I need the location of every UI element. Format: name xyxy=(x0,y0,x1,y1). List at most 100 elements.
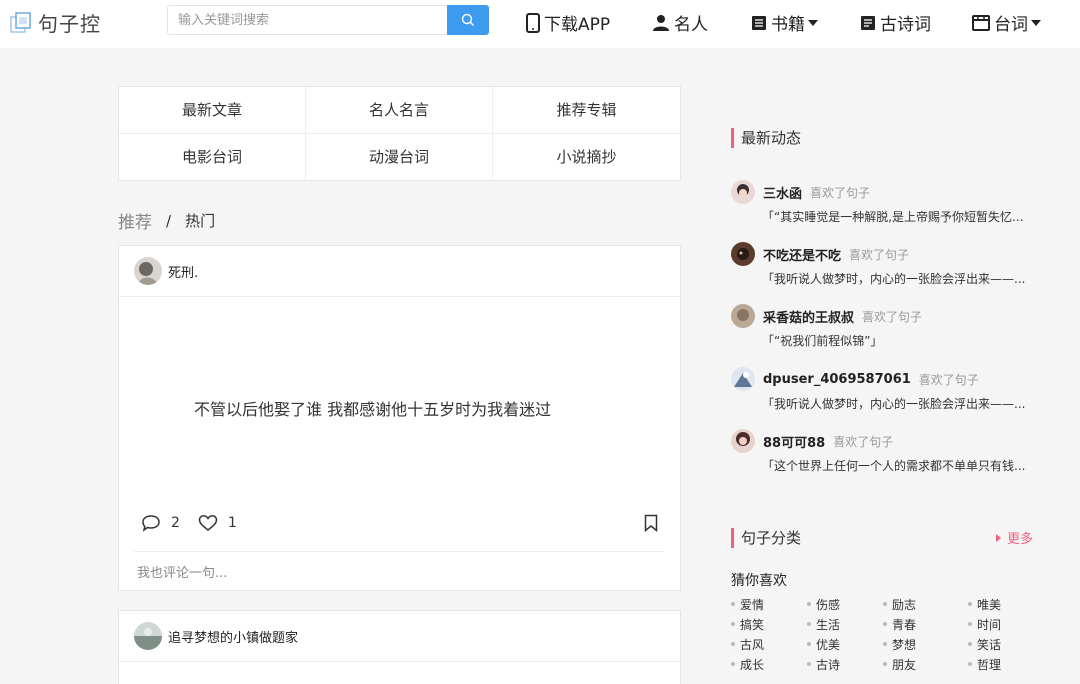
post-text[interactable]: 不管以后他娶了谁 我都感谢他十五岁时为我着迷过 xyxy=(194,396,551,420)
post-card: 追寻梦想的小镇做题家 xyxy=(118,610,681,684)
avatar[interactable] xyxy=(731,367,755,391)
category-tag[interactable]: 青春 xyxy=(883,616,968,632)
search-input[interactable] xyxy=(167,5,447,35)
category-tag[interactable]: 伤感 xyxy=(807,596,883,612)
category-tag[interactable]: 梦想 xyxy=(883,636,968,652)
feed-tabs: 推荐 / 热门 xyxy=(118,208,215,234)
chevron-down-icon xyxy=(808,19,818,26)
activity-username[interactable]: 88可可88 xyxy=(763,432,825,451)
guess-you-like-label: 猜你喜欢 xyxy=(731,573,787,589)
activity-item: 三水函 喜欢了句子 「“其实睡觉是一种解脱,是上帝赐予你短暂失忆... xyxy=(731,180,1041,225)
phone-icon xyxy=(526,12,540,33)
activity-quote[interactable]: 「这个世界上任何一个人的需求都不单单只有钱... xyxy=(731,457,1041,474)
sentence-categories-title: 句子分类 xyxy=(731,528,801,548)
category-tag[interactable]: 哲理 xyxy=(968,656,1044,672)
logo-icon xyxy=(10,11,32,34)
category-movie-lines[interactable]: 电影台词 xyxy=(119,133,306,180)
category-tag[interactable]: 励志 xyxy=(883,596,968,612)
activity-action: 喜欢了句子 xyxy=(833,434,894,449)
category-tag[interactable]: 成长 xyxy=(731,656,807,672)
activity-action: 喜欢了句子 xyxy=(862,309,923,324)
activity-item: 采香菇的王叔叔 喜欢了句子 「“祝我们前程似锦”」 xyxy=(731,304,1041,349)
post-username[interactable]: 追寻梦想的小镇做题家 xyxy=(168,627,298,646)
activity-action: 喜欢了句子 xyxy=(810,185,871,200)
category-latest-articles[interactable]: 最新文章 xyxy=(119,87,306,134)
activity-item: dpuser_4069587061 喜欢了句子 「我听说人做梦时，内心的一张脸会… xyxy=(731,367,1041,412)
activity-username[interactable]: 不吃还是不吃 xyxy=(763,245,841,264)
post-actions: 2 1 xyxy=(141,514,237,532)
comment-count: 2 xyxy=(171,515,180,531)
latest-activity-title: 最新动态 xyxy=(731,128,801,148)
category-tag[interactable]: 朋友 xyxy=(883,656,968,672)
comment-icon xyxy=(142,515,160,532)
bookmark-icon xyxy=(644,514,658,533)
avatar[interactable] xyxy=(134,257,162,285)
category-tag[interactable]: 古诗 xyxy=(807,656,883,672)
bookmark-button[interactable] xyxy=(644,514,658,536)
category-tag[interactable]: 搞笑 xyxy=(731,616,807,632)
activity-username[interactable]: 采香菇的王叔叔 xyxy=(763,307,854,326)
category-tags: 爱情 伤感 励志 唯美 搞笑 生活 青春 时间 古风 优美 梦想 笑话 成长 古… xyxy=(731,596,1041,672)
avatar[interactable] xyxy=(731,304,755,328)
post-username[interactable]: 死刑. xyxy=(168,262,198,281)
activity-quote[interactable]: 「“祝我们前程似锦”」 xyxy=(731,332,1041,349)
activity-username[interactable]: 三水函 xyxy=(763,183,802,202)
category-tag[interactable]: 笑话 xyxy=(968,636,1044,652)
nav-books[interactable]: 书籍 xyxy=(751,10,818,35)
category-grid: 最新文章 名人名言 推荐专辑 电影台词 动漫台词 小说摘抄 xyxy=(118,86,681,181)
post-card: 死刑. 不管以后他娶了谁 我都感谢他十五岁时为我着迷过 2 1 我也评论一句..… xyxy=(118,245,681,591)
more-link[interactable]: 更多 xyxy=(996,528,1033,547)
nav-lines[interactable]: 台词 xyxy=(972,10,1041,35)
activity-quote[interactable]: 「我听说人做梦时，内心的一张脸会浮出来——... xyxy=(731,395,1041,412)
tab-hot[interactable]: 热门 xyxy=(185,210,215,231)
book-icon xyxy=(752,15,766,30)
person-icon xyxy=(653,14,669,31)
category-anime-lines[interactable]: 动漫台词 xyxy=(306,133,493,180)
category-tag[interactable]: 古风 xyxy=(731,636,807,652)
site-logo[interactable]: 句子控 xyxy=(10,8,101,37)
search-button[interactable] xyxy=(447,5,489,35)
category-tag[interactable]: 爱情 xyxy=(731,596,807,612)
activity-item: 不吃还是不吃 喜欢了句子 「我听说人做梦时，内心的一张脸会浮出来——... xyxy=(731,242,1041,287)
chevron-down-icon xyxy=(1031,19,1041,26)
activity-action: 喜欢了句子 xyxy=(918,372,979,387)
avatar[interactable] xyxy=(134,622,162,650)
activity-username[interactable]: dpuser_4069587061 xyxy=(763,372,911,387)
category-tag[interactable]: 唯美 xyxy=(968,596,1044,612)
tab-recommend[interactable]: 推荐 xyxy=(118,208,152,233)
activity-action: 喜欢了句子 xyxy=(849,247,910,262)
comment-input[interactable]: 我也评论一句... xyxy=(134,551,665,581)
post-header: 追寻梦想的小镇做题家 xyxy=(119,611,680,662)
post-header: 死刑. xyxy=(119,246,680,297)
logo-text: 句子控 xyxy=(38,12,101,36)
nav-poetry[interactable]: 古诗词 xyxy=(860,10,931,35)
avatar[interactable] xyxy=(731,242,755,266)
activity-quote[interactable]: 「“其实睡觉是一种解脱,是上帝赐予你短暂失忆... xyxy=(731,208,1041,225)
tab-separator: / xyxy=(166,211,172,230)
top-header: 句子控 下载APP 名人 书籍 xyxy=(0,0,1080,48)
category-novel-excerpts[interactable]: 小说摘抄 xyxy=(493,134,680,181)
activity-quote[interactable]: 「我听说人做梦时，内心的一张脸会浮出来——... xyxy=(731,270,1041,287)
nav-celebrities[interactable]: 名人 xyxy=(652,10,708,35)
category-tag[interactable]: 优美 xyxy=(807,636,883,652)
document-icon xyxy=(861,15,875,30)
avatar[interactable] xyxy=(731,429,755,453)
search-bar xyxy=(167,5,489,35)
category-famous-quotes[interactable]: 名人名言 xyxy=(306,87,493,134)
category-tag[interactable]: 生活 xyxy=(807,616,883,632)
nav-label: 名人 xyxy=(674,15,708,35)
activity-item: 88可可88 喜欢了句子 「这个世界上任何一个人的需求都不单单只有钱... xyxy=(731,429,1041,474)
more-label: 更多 xyxy=(1007,532,1034,547)
search-icon xyxy=(461,13,474,26)
nav-label: 台词 xyxy=(994,15,1028,35)
nav-label: 下载APP xyxy=(544,15,611,35)
comment-button[interactable]: 2 xyxy=(141,514,180,532)
heart-icon xyxy=(198,515,218,531)
like-button[interactable]: 1 xyxy=(198,514,237,532)
nav-label: 古诗词 xyxy=(880,15,931,35)
category-tag[interactable]: 时间 xyxy=(968,616,1044,632)
nav-label: 书籍 xyxy=(771,15,805,35)
avatar[interactable] xyxy=(731,180,755,204)
nav-download-app[interactable]: 下载APP xyxy=(526,10,610,35)
category-recommended-albums[interactable]: 推荐专辑 xyxy=(493,87,680,134)
